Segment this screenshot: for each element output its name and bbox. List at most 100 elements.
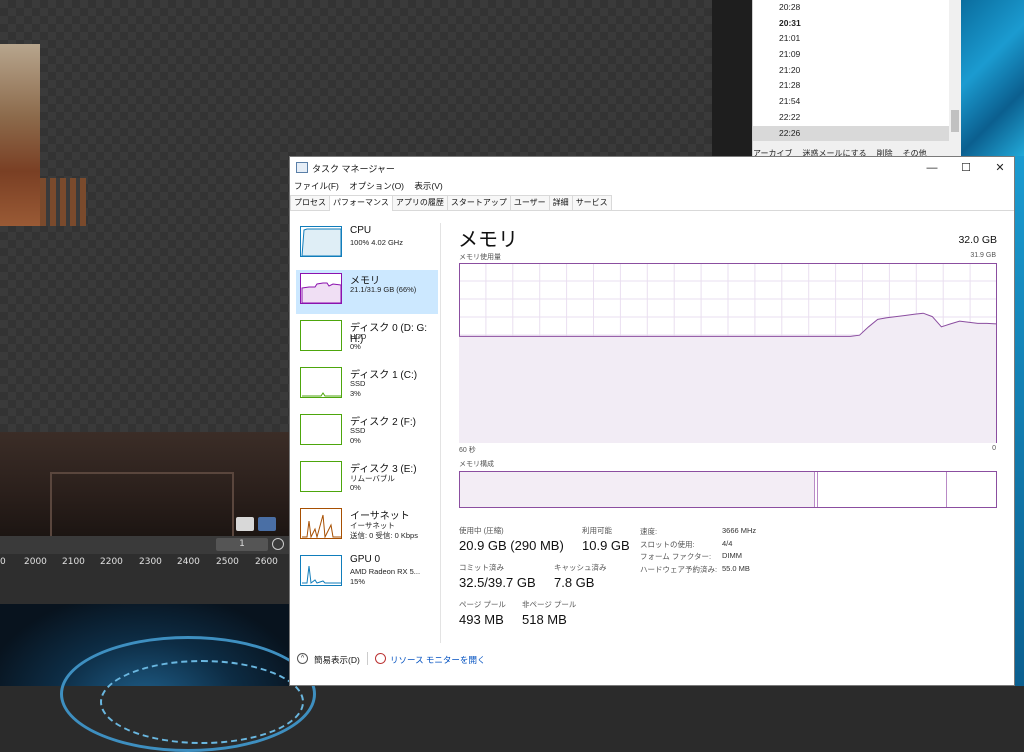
sidebar-thumbnail-graph xyxy=(300,273,342,304)
performance-sidebar: CPU 100% 4.02 GHz メモリ 21.1/31.9 GB (66%) ディス… xyxy=(290,223,441,643)
scrollbar[interactable] xyxy=(949,0,961,140)
menu-file[interactable]: ファイル(F) xyxy=(294,179,339,194)
time-list-item[interactable]: 21:09 xyxy=(753,47,949,63)
composition-standby xyxy=(817,472,947,507)
time-list-item[interactable]: 20:31 xyxy=(753,16,949,32)
open-resource-monitor-link[interactable]: リソース モニターを開く xyxy=(390,654,485,666)
sidebar-item[interactable]: ディスク 2 (F:) SSD 0% xyxy=(296,411,438,455)
task-manager-window: タスク マネージャー — ☐ ✕ ファイル(F) オプション(O) 表示(V) … xyxy=(289,156,1015,686)
tab-bar: プロセス パフォーマンス アプリの履歴 スタートアップ ユーザー 詳細 サービス xyxy=(290,195,1014,211)
menu-bar: ファイル(F) オプション(O) 表示(V) xyxy=(290,179,1014,194)
spec-label: スロットの使用: xyxy=(640,539,695,549)
sidebar-item[interactable]: ディスク 3 (E:) リムーバブル 0% xyxy=(296,458,438,502)
time-list-item[interactable]: 20:28 xyxy=(753,0,949,16)
clock-icon[interactable] xyxy=(272,538,284,550)
time-list-item[interactable]: 21:01 xyxy=(753,31,949,47)
eye-icon[interactable] xyxy=(236,517,254,531)
window-title: タスク マネージャー xyxy=(312,164,395,174)
stat-available-value: 10.9 GB xyxy=(582,538,630,553)
tab-item[interactable]: スタートアップ xyxy=(446,195,511,210)
time-list[interactable]: 20:28 20:31 21:01 21:09 21:20 21:28 21:54 22:22… xyxy=(753,0,949,142)
tab-item[interactable]: プロセス xyxy=(290,195,330,210)
tab-item[interactable]: アプリの履歴 xyxy=(391,195,448,210)
preview-controls[interactable] xyxy=(236,516,290,536)
usage-graph-max: 31.9 GB xyxy=(970,252,996,259)
tab-item[interactable]: パフォーマンス xyxy=(329,195,393,211)
spec-row: 速度: 3666 MHz xyxy=(640,526,790,539)
stat-committed-value: 32.5/39.7 GB xyxy=(459,575,536,590)
stat-cached-label: キャッシュ済み xyxy=(554,563,607,572)
background-panel xyxy=(712,0,752,156)
snap-icon[interactable] xyxy=(258,517,276,531)
timeline-tick: 2200 xyxy=(100,557,123,567)
sidebar-item[interactable]: ディスク 1 (C:) SSD 3% xyxy=(296,364,438,408)
tab-item[interactable]: 詳細 xyxy=(548,195,573,210)
canvas-image-layer-edge xyxy=(40,178,86,226)
time-list-item[interactable]: 21:54 xyxy=(753,94,949,110)
close-button[interactable]: ✕ xyxy=(988,160,1012,176)
timeline-tick: 2500 xyxy=(216,557,239,567)
stat-available-label: 利用可能 xyxy=(582,526,612,535)
memory-usage-graph xyxy=(459,263,997,443)
sidebar-item[interactable]: GPU 0 AMD Radeon RX 5... 15% xyxy=(296,552,438,596)
spec-label: 速度: xyxy=(640,527,658,536)
sidebar-item[interactable]: CPU 100% 4.02 GHz xyxy=(296,223,438,267)
sidebar-item-value: 0% xyxy=(350,436,361,445)
composition-in-use xyxy=(460,472,816,507)
stat-in-use: 使用中 (圧縮) 20.9 GB (290 MB) xyxy=(459,525,564,553)
timeline-tick: 2100 xyxy=(62,557,85,567)
sidebar-item-value: 送信: 0 受信: 0 Kbps xyxy=(350,531,418,540)
tab-item[interactable]: ユーザー xyxy=(509,195,550,210)
time-list-item[interactable]: 21:28 xyxy=(753,78,949,94)
sidebar-thumbnail-graph xyxy=(300,414,342,445)
graph-axis-left: 60 秒 xyxy=(459,447,476,454)
sidebar-item[interactable]: ディスク 0 (D: G: H:) HDD 0% xyxy=(296,317,438,361)
memory-total: 32.0 GB xyxy=(958,234,997,246)
stat-committed: コミット済み 32.5/39.7 GB xyxy=(459,562,536,590)
stat-paged-pool-label: ページ プール xyxy=(459,600,506,609)
spec-value: DIMM xyxy=(722,551,742,560)
sidebar-item-value: 0% xyxy=(350,342,361,351)
sidebar-thumbnail-graph xyxy=(300,508,342,539)
title-bar[interactable]: タスク マネージャー — ☐ ✕ xyxy=(290,157,1014,179)
timeline-tick: 2000 xyxy=(24,557,47,567)
spec-value: 4/4 xyxy=(722,538,733,548)
menu-view[interactable]: 表示(V) xyxy=(414,179,442,194)
tab-item[interactable]: サービス xyxy=(571,195,612,210)
time-list-item[interactable]: 22:22 xyxy=(753,110,949,126)
chevron-up-icon[interactable]: ^ xyxy=(297,653,308,664)
sidebar-item-detail: HDD xyxy=(350,332,367,341)
spec-row: ハードウェア予約済み: 55.0 MB xyxy=(640,564,790,577)
timeline[interactable]: 0 2000 2100 2200 2300 2400 2500 2600 xyxy=(0,554,290,605)
sidebar-item-detail: AMD Radeon RX 5... xyxy=(350,567,421,576)
time-list-item[interactable]: 22:26 xyxy=(753,125,949,142)
footer: ^ 簡易表示(D) リソース モニターを開く xyxy=(290,649,1014,669)
canvas-image-layer xyxy=(0,44,40,226)
spec-row: スロットの使用: 4/4 xyxy=(640,539,790,552)
fewer-details-button[interactable]: 簡易表示(D) xyxy=(314,654,360,666)
sidebar-item-value: 0% xyxy=(350,483,361,492)
sidebar-item-detail: SSD xyxy=(350,379,366,388)
stat-available: 利用可能 10.9 GB xyxy=(582,525,630,553)
desktop-wallpaper xyxy=(960,0,1024,156)
spec-label: フォーム ファクター: xyxy=(640,552,712,561)
graph-axis-right: 0 xyxy=(992,445,996,452)
memory-composition-bar xyxy=(459,471,997,508)
time-list-item[interactable]: 21:20 xyxy=(753,63,949,79)
page-title: メモリ xyxy=(458,229,518,251)
scrollbar-thumb[interactable] xyxy=(951,110,959,132)
stat-committed-label: コミット済み xyxy=(459,563,504,572)
sidebar-thumbnail-graph xyxy=(300,226,342,257)
stat-cached: キャッシュ済み 7.8 GB xyxy=(554,562,607,590)
sidebar-thumbnail-graph xyxy=(300,555,342,586)
maximize-button[interactable]: ☐ xyxy=(954,160,978,176)
sidebar-item[interactable]: イーサネット イーサネット 送信: 0 受信: 0 Kbps xyxy=(296,505,438,549)
menu-options[interactable]: オプション(O) xyxy=(349,179,404,194)
minimize-button[interactable]: — xyxy=(920,160,944,176)
resource-monitor-icon[interactable] xyxy=(375,653,386,664)
sidebar-thumbnail-graph xyxy=(300,320,342,351)
sidebar-item[interactable]: メモリ 21.1/31.9 GB (66%) xyxy=(296,270,438,314)
frame-input[interactable]: 1 xyxy=(216,538,268,551)
sidebar-thumbnail-graph xyxy=(300,367,342,398)
spec-value: 55.0 MB xyxy=(722,563,750,573)
